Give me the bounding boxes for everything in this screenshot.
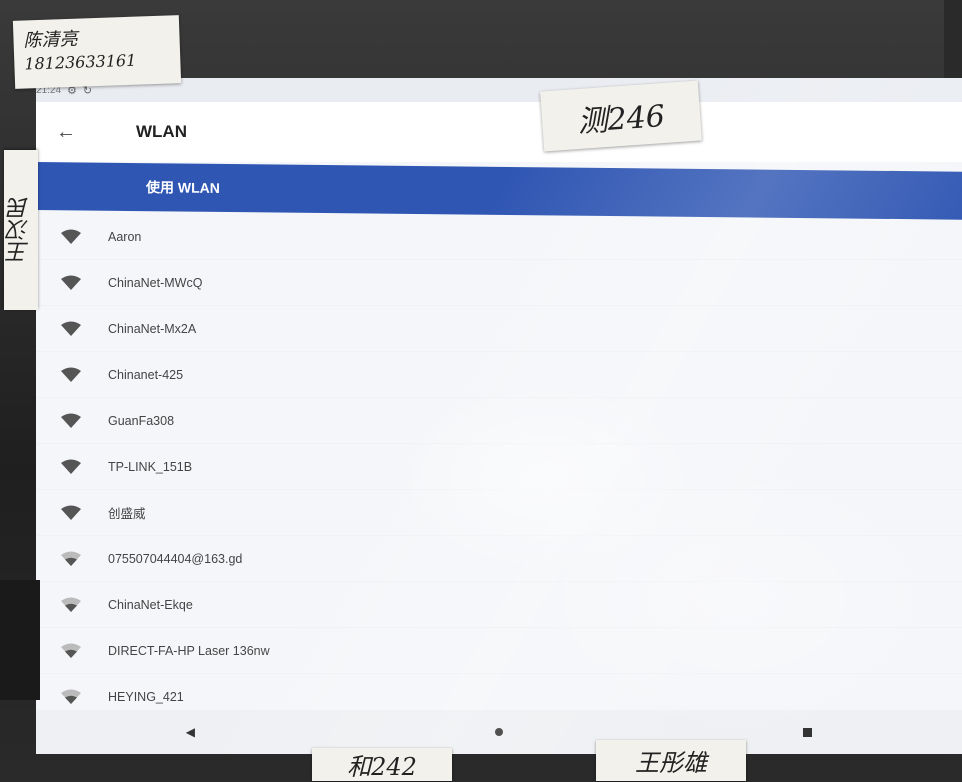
device-screen: 21:24 ⚙ ↻ ← WLAN 使用 WLAN Aaron ChinaNet-…	[36, 78, 962, 754]
black-tape	[0, 580, 40, 700]
list-item[interactable]: ChinaNet-Ekqe	[36, 582, 962, 628]
wifi-network-list: Aaron ChinaNet-MWcQ ChinaNet-Mx2A Chinan…	[36, 214, 962, 720]
nav-home-icon	[494, 728, 503, 736]
wifi-filled-icon	[60, 412, 82, 430]
wifi-weak-icon	[60, 596, 82, 614]
use-wlan-label: 使用 WLAN	[146, 179, 220, 196]
network-name: 075507044404@163.gd	[108, 551, 243, 566]
system-nav-bar: ◀	[36, 710, 962, 754]
handwritten-note-bottom-left: 和242	[312, 748, 452, 781]
handwritten-note-label: 测246	[540, 80, 702, 152]
list-item[interactable]: ChinaNet-MWcQ	[36, 260, 962, 306]
wifi-weak-icon	[60, 688, 82, 706]
list-item[interactable]: TP-LINK_151B	[36, 444, 962, 490]
network-name: HEYING_421	[108, 689, 184, 704]
network-name: DIRECT-FA-HP Laser 136nw	[108, 643, 270, 658]
use-wlan-toggle-row[interactable]: 使用 WLAN	[36, 162, 962, 220]
page-title: WLAN	[136, 122, 187, 141]
wifi-weak-icon	[60, 642, 82, 660]
network-name: Aaron	[108, 229, 142, 244]
handwritten-note-contact: 陈清亮 18123633161	[12, 15, 182, 89]
note-name: 陈清亮	[23, 28, 78, 52]
network-name: GuanFa308	[108, 413, 175, 428]
list-item[interactable]: 创盛威	[36, 490, 962, 536]
list-item[interactable]: GuanFa308	[36, 398, 962, 444]
wifi-filled-icon	[60, 458, 82, 476]
list-item[interactable]: ChinaNet-Mx2A	[36, 306, 962, 352]
handwritten-note-bottom-right: 王彤雄	[596, 740, 746, 781]
network-name: TP-LINK_151B	[108, 459, 193, 474]
list-item[interactable]: DIRECT-FA-HP Laser 136nw	[36, 628, 962, 674]
network-name: ChinaNet-MWcQ	[108, 275, 203, 290]
nav-back-icon[interactable]: ◀	[170, 717, 210, 747]
handwritten-note-side: 王汉民	[4, 150, 38, 310]
wifi-weak-icon	[60, 550, 82, 568]
wifi-filled-icon	[60, 504, 82, 522]
network-name: 创盛威	[108, 507, 146, 521]
wifi-filled-icon	[60, 320, 82, 338]
wifi-filled-icon	[60, 274, 82, 292]
arrow-left-icon[interactable]: ←	[46, 112, 86, 152]
network-name: Chinanet-425	[108, 367, 184, 382]
network-name: ChinaNet-Ekqe	[108, 597, 193, 612]
nav-recent-button[interactable]	[788, 717, 828, 747]
nav-recent-icon	[803, 727, 813, 737]
app-bar: ← WLAN	[36, 102, 962, 162]
wifi-filled-icon	[60, 366, 82, 384]
list-item[interactable]: Aaron	[36, 214, 962, 260]
network-name: ChinaNet-Mx2A	[108, 321, 197, 336]
list-item[interactable]: 075507044404@163.gd	[36, 536, 962, 582]
wifi-filled-icon	[60, 228, 82, 246]
nav-home-button[interactable]	[479, 717, 519, 747]
note-phone: 18123633161	[24, 50, 137, 74]
list-item[interactable]: Chinanet-425	[36, 352, 962, 398]
